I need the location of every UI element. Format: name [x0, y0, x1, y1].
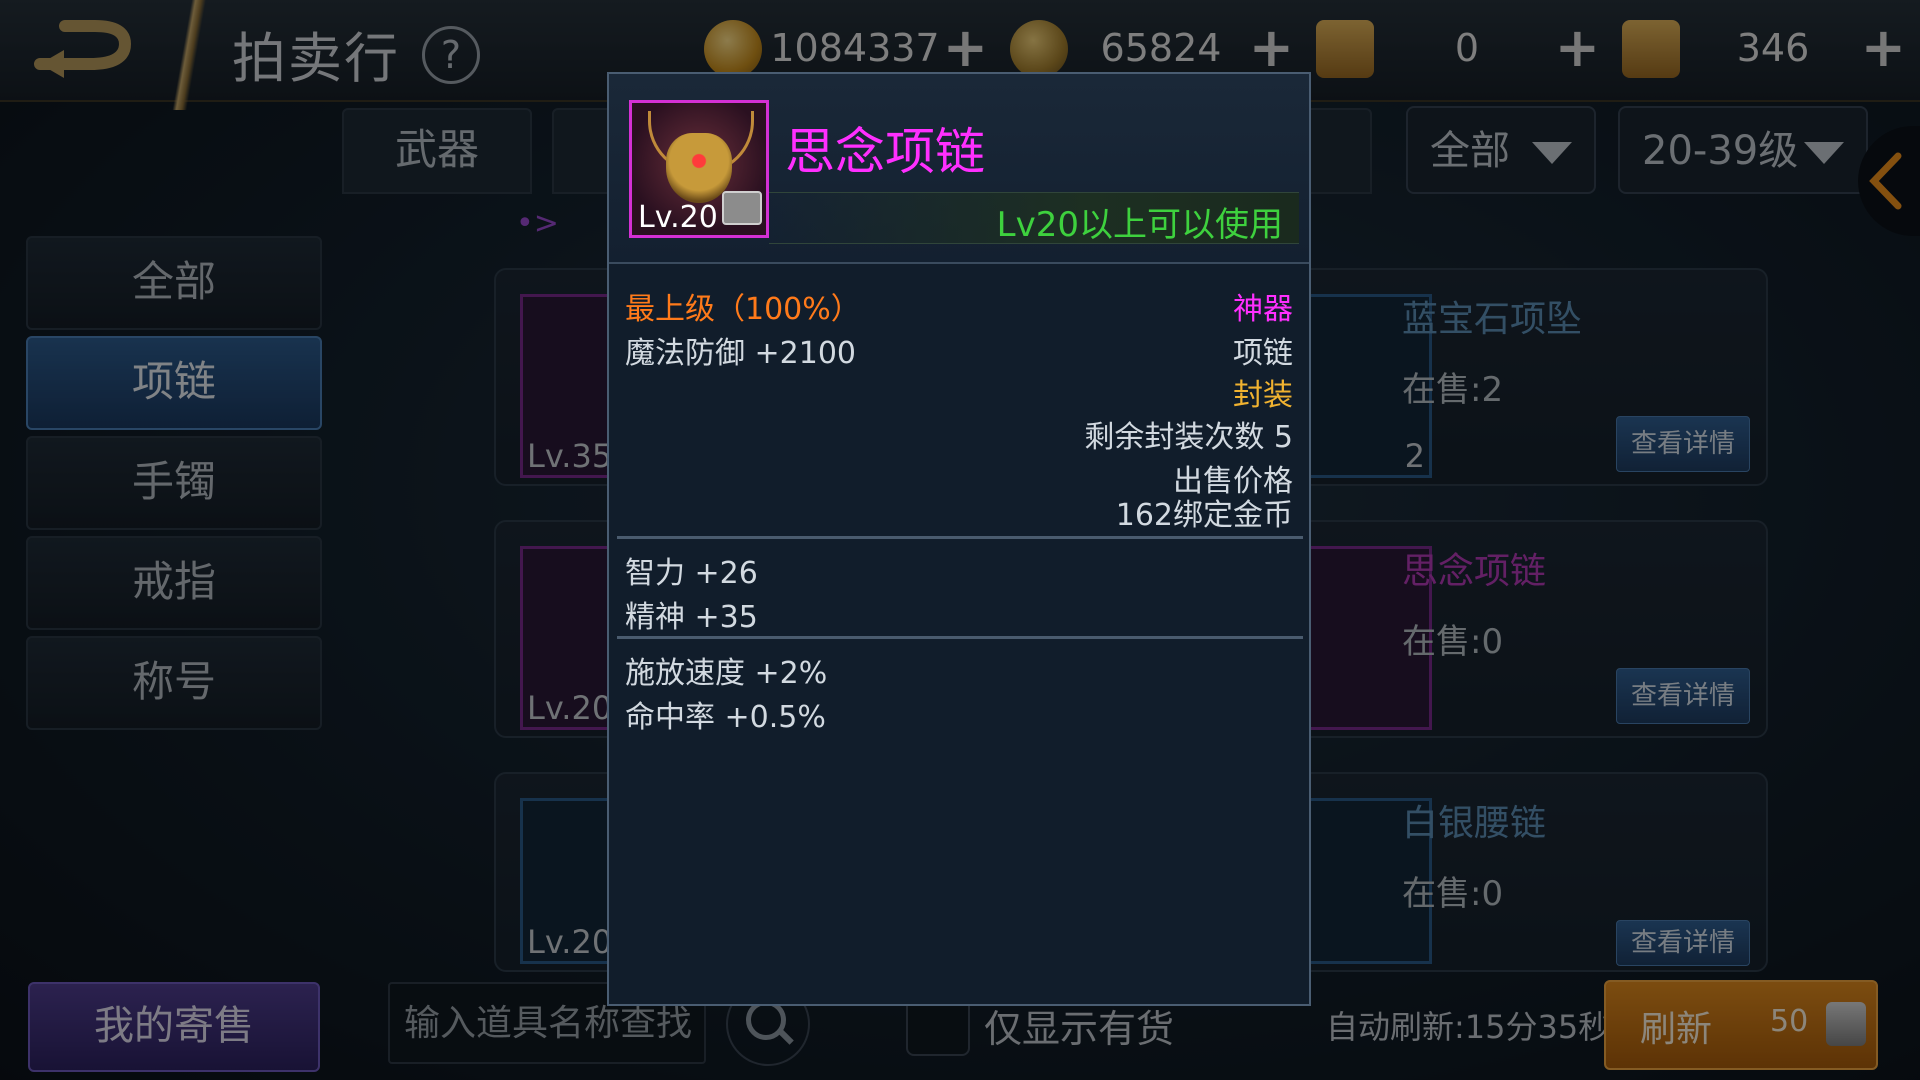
item-stock: 在售:0 — [1402, 622, 1504, 662]
currency-value: 0 — [1454, 26, 1480, 70]
sidebar-item-necklace[interactable]: 项链 — [26, 336, 322, 430]
add-gold-button[interactable]: + — [943, 16, 988, 79]
chevron-left-icon — [1869, 152, 1902, 210]
back-button[interactable] — [30, 14, 140, 84]
sidebar-item-all[interactable]: 全部 — [26, 236, 322, 330]
search-icon-handle — [778, 1029, 794, 1045]
requirement-bar: Lv20以上可以使用 — [769, 192, 1299, 245]
main-stat: 魔法防御 +2100 — [625, 336, 857, 371]
tooltip-header: Lv.20 思念项链 Lv20以上可以使用 — [609, 74, 1309, 264]
ticket-icon — [1826, 1002, 1866, 1046]
refresh-button[interactable]: 刷新 50 — [1604, 980, 1878, 1070]
header-decoration — [160, 0, 220, 110]
currency-value: 1084337 — [770, 26, 940, 70]
item-name: 思念项链 — [1402, 551, 1547, 592]
item-name: 白银腰链 — [1402, 803, 1547, 844]
currency-locked-scroll: 346 + — [1622, 16, 1912, 86]
item-tooltip: Lv.20 思念项链 Lv20以上可以使用 最上级（100%） 神器 魔法防御 … — [607, 72, 1311, 1006]
add-locked-scroll-button[interactable]: + — [1861, 16, 1906, 79]
view-details-button[interactable]: 查看详情 — [1616, 920, 1750, 966]
add-scroll-button[interactable]: + — [1555, 16, 1600, 79]
filter-value: 全部 — [1430, 128, 1510, 174]
currency-scroll: 0 + — [1316, 16, 1606, 86]
chevron-down-icon — [1804, 142, 1844, 164]
item-rarity: 神器 — [1233, 292, 1293, 327]
view-details-button[interactable]: 查看详情 — [1616, 416, 1750, 472]
sell-price-value: 162绑定金币 — [1115, 498, 1293, 533]
seal-status: 封装 — [1233, 378, 1293, 413]
gold-coin-icon — [704, 20, 762, 78]
sidebar-item-ring[interactable]: 戒指 — [26, 536, 322, 630]
sidebar-item-title[interactable]: 称号 — [26, 636, 322, 730]
item-name: 蓝宝石项坠 — [1402, 299, 1583, 340]
item-grade: 最上级（100%） — [625, 292, 861, 327]
attribute-intelligence: 智力 +26 — [625, 556, 758, 591]
auto-refresh-timer: 自动刷新:15分35秒 — [1326, 1008, 1611, 1046]
item-count: 2 — [1404, 437, 1425, 475]
in-stock-label: 仅显示有货 — [984, 1007, 1175, 1051]
item-name: 思念项链 — [785, 123, 985, 181]
page-indicator: •> — [516, 206, 559, 241]
bonus-cast-speed: 施放速度 +2% — [625, 656, 828, 691]
sidebar-item-bracelet[interactable]: 手镯 — [26, 436, 322, 530]
page-title: 拍卖行 — [232, 27, 400, 90]
level-dropdown[interactable]: 20-39级 — [1618, 106, 1868, 194]
currency-value: 65824 — [1100, 26, 1222, 70]
help-button[interactable]: ? — [422, 26, 480, 84]
side-panel-toggle[interactable] — [1858, 126, 1920, 236]
refresh-label: 刷新 — [1640, 1009, 1713, 1050]
lock-icon — [722, 191, 762, 225]
item-icon-level: Lv.20 — [638, 200, 718, 235]
add-bound-button[interactable]: + — [1249, 16, 1294, 79]
level-value: 20-39级 — [1642, 128, 1799, 174]
locked-scroll-icon — [1622, 20, 1680, 78]
filter-dropdown[interactable]: 全部 — [1406, 106, 1596, 194]
item-level: Lv.20 — [527, 689, 613, 727]
item-type: 项链 — [1233, 336, 1293, 371]
bound-coin-icon — [1010, 20, 1068, 78]
item-icon: Lv.20 — [629, 100, 769, 238]
item-level: Lv.20 — [527, 923, 613, 961]
item-stock: 在售:2 — [1402, 370, 1504, 410]
chevron-down-icon — [1532, 142, 1572, 164]
back-arrow-icon — [34, 20, 132, 78]
divider — [617, 636, 1303, 639]
my-sales-button[interactable]: 我的寄售 — [28, 982, 320, 1072]
attribute-spirit: 精神 +35 — [625, 600, 758, 635]
divider — [617, 536, 1303, 539]
seal-remaining: 剩余封装次数 5 — [1084, 420, 1293, 455]
item-level: Lv.35 — [527, 437, 613, 475]
item-stock: 在售:0 — [1402, 874, 1504, 914]
currency-value: 346 — [1736, 26, 1810, 70]
scroll-icon — [1316, 20, 1374, 78]
level-requirement: Lv20以上可以使用 — [996, 205, 1283, 245]
tab-weapon[interactable]: 武器 — [342, 108, 532, 194]
view-details-button[interactable]: 查看详情 — [1616, 668, 1750, 724]
bonus-hit-rate: 命中率 +0.5% — [625, 700, 826, 735]
refresh-cost: 50 — [1770, 1004, 1809, 1039]
